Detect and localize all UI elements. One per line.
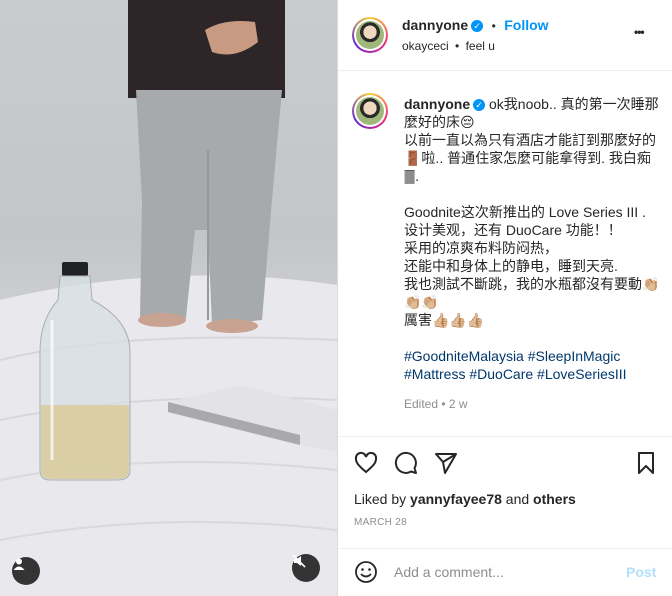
- person-icon: [13, 558, 25, 570]
- edited-label: Edited: [404, 397, 439, 411]
- emoji-picker-icon[interactable]: [354, 560, 378, 584]
- liked-by: Liked by yannyfayee78 and others: [354, 491, 576, 507]
- caption-para-line: 厲害👍🏼👍🏼👍🏼: [404, 312, 485, 328]
- caption-first-block: dannyone ✓ ok我noob.. 真的第一次睡那麼好的床😔 以前一直以為只…: [404, 95, 662, 185]
- post-date[interactable]: MARCH 28: [354, 517, 407, 528]
- caption-para-line: 采用的凉爽布料防闷热，: [404, 240, 558, 256]
- audio-line[interactable]: okayceci • feel u: [402, 39, 495, 53]
- post-header: dannyone ✓ • Follow okayceci • feel u •••: [338, 0, 672, 71]
- audio-track: feel u: [465, 39, 495, 53]
- tagged-users-button[interactable]: [12, 557, 40, 585]
- author-line: dannyone ✓ • Follow: [402, 17, 549, 35]
- caption-para-line: Goodnite这次新推出的 Love Series III .: [404, 204, 646, 220]
- more-options-button[interactable]: •••: [634, 25, 645, 39]
- author-avatar[interactable]: [352, 17, 388, 53]
- post-side-panel: dannyone ✓ • Follow okayceci • feel u •••…: [337, 0, 672, 596]
- caption-author-avatar[interactable]: [352, 93, 388, 129]
- like-heart-icon[interactable]: [354, 451, 378, 475]
- comment-bubble-icon[interactable]: [394, 451, 418, 475]
- liked-by-prefix: Liked by: [354, 491, 407, 507]
- hashtag-link[interactable]: #GoodniteMalaysia #SleepInMagic: [404, 348, 620, 364]
- save-bookmark-icon[interactable]: [634, 451, 658, 475]
- post-actions: Liked by yannyfayee78 and others MARCH 2…: [338, 436, 672, 548]
- post-comment-button[interactable]: Post: [626, 564, 656, 580]
- caption-line-2: 以前一直以為只有酒店才能訂到那麼好的🚪啦.. 普通住家怎麼可能拿得到. 我白痴🀫…: [404, 132, 656, 184]
- hashtag-link[interactable]: #Mattress #DuoCare #LoveSeriesIII: [404, 366, 627, 382]
- caption-second-block: Goodnite这次新推出的 Love Series III . 设计美观，还有…: [404, 203, 662, 329]
- share-paper-plane-icon[interactable]: [434, 451, 458, 475]
- verified-badge-icon: ✓: [473, 99, 486, 112]
- caption-para-line: 我也測試不斷跳，我的水瓶都沒有要動👏🏼👏🏼👏🏼: [404, 276, 660, 310]
- caption-author-username[interactable]: dannyone: [404, 96, 470, 112]
- meta-separator: •: [441, 397, 446, 411]
- post-age[interactable]: 2 w: [449, 397, 468, 411]
- liked-by-and: and: [505, 491, 530, 507]
- speaker-muted-icon: [292, 554, 306, 568]
- mute-button[interactable]: [292, 554, 320, 582]
- caption-para-line: 还能中和身体上的静电，睡到天亮.: [404, 258, 618, 274]
- liked-by-others[interactable]: others: [533, 491, 576, 507]
- liked-by-user[interactable]: yannyfayee78: [410, 491, 502, 507]
- audio-artist: okayceci: [402, 39, 449, 53]
- hashtags: #GoodniteMalaysia #SleepInMagic #Mattres…: [404, 347, 662, 383]
- caption-para-line: 设计美观，还有 DuoCare 功能！！: [404, 222, 622, 238]
- comment-input[interactable]: [394, 561, 614, 583]
- video-frame: [0, 0, 337, 596]
- author-username[interactable]: dannyone: [402, 17, 468, 33]
- separator-dot: •: [491, 19, 496, 33]
- audio-separator: •: [455, 39, 460, 53]
- caption-meta: Edited • 2 w: [404, 395, 662, 413]
- follow-button[interactable]: Follow: [504, 17, 548, 33]
- instagram-post-modal: dannyone ✓ • Follow okayceci • feel u •••…: [0, 0, 672, 596]
- comment-bar: Post: [338, 548, 672, 596]
- post-caption: dannyone ✓ ok我noob.. 真的第一次睡那麼好的床😔 以前一直以為只…: [404, 95, 662, 413]
- post-video[interactable]: [0, 0, 337, 596]
- verified-badge-icon: ✓: [471, 19, 484, 32]
